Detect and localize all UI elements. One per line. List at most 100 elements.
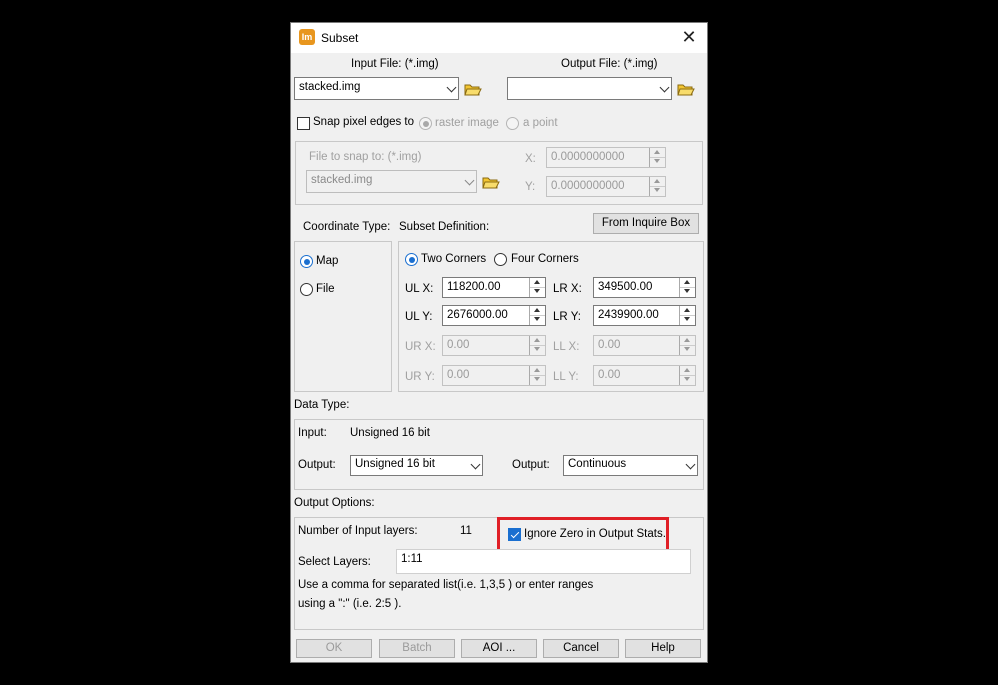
two-corners-radio[interactable] <box>405 253 418 266</box>
two-corners-label: Two Corners <box>421 253 487 265</box>
open-folder-icon[interactable] <box>482 174 500 190</box>
ulx-input[interactable]: 118200.00 <box>442 277 546 298</box>
input-file-label: Input File: (*.img) <box>351 58 439 70</box>
snap-x-label: X: <box>525 153 536 165</box>
spin-buttons[interactable] <box>679 336 695 355</box>
output-options-label: Output Options: <box>294 497 375 509</box>
lry-label: LR Y: <box>553 311 581 323</box>
output-file-combo[interactable] <box>507 77 672 100</box>
dt-output-label: Output: <box>298 459 336 471</box>
ok-button[interactable]: OK <box>296 639 372 658</box>
cancel-button[interactable]: Cancel <box>543 639 619 658</box>
dt-output2-label: Output: <box>512 459 550 471</box>
lly-input[interactable]: 0.00 <box>593 365 696 386</box>
open-folder-icon[interactable] <box>464 81 482 97</box>
spin-buttons[interactable] <box>649 148 665 167</box>
lrx-label: LR X: <box>553 283 582 295</box>
spin-buttons[interactable] <box>679 306 695 325</box>
four-corners-radio[interactable] <box>494 253 507 266</box>
window-title: Subset <box>321 31 359 45</box>
spin-buttons[interactable] <box>679 366 695 385</box>
highlight-box <box>497 517 669 552</box>
coordinate-file-radio[interactable] <box>300 283 313 296</box>
select-layers-label: Select Layers: <box>298 556 371 568</box>
lrx-value: 349500.00 <box>598 281 653 293</box>
select-layers-value: 1:11 <box>401 553 423 565</box>
coordinate-map-label: Map <box>316 255 339 267</box>
llx-input[interactable]: 0.00 <box>593 335 696 356</box>
coordinate-type-label: Coordinate Type: <box>303 221 391 233</box>
subset-definition-label: Subset Definition: <box>399 221 490 233</box>
snap-raster-radio[interactable] <box>419 117 432 130</box>
chevron-down-icon <box>659 82 670 92</box>
chevron-down-icon <box>685 459 696 469</box>
batch-button[interactable]: Batch <box>379 639 455 658</box>
input-file-value: stacked.img <box>299 81 361 93</box>
spin-buttons[interactable] <box>529 278 545 297</box>
help-text-line2: using a ":" (i.e. 2:5 ). <box>298 598 402 610</box>
uly-label: UL Y: <box>405 311 433 323</box>
snap-y-input[interactable]: 0.0000000000 <box>546 176 666 197</box>
chevron-down-icon <box>446 82 457 92</box>
urx-value: 0.00 <box>447 339 470 351</box>
num-layers-label: Number of Input layers: <box>298 525 418 537</box>
spin-buttons[interactable] <box>529 366 545 385</box>
spin-buttons[interactable] <box>679 278 695 297</box>
uly-value: 2676000.00 <box>447 309 508 321</box>
llx-label: LL X: <box>553 341 580 353</box>
snap-file-combo[interactable]: stacked.img <box>306 170 477 193</box>
uly-input[interactable]: 2676000.00 <box>442 305 546 326</box>
dt-output-value: Unsigned 16 bit <box>355 458 435 470</box>
coordinate-file-label: File <box>316 283 335 295</box>
snap-point-label: a point <box>523 117 558 129</box>
lly-value: 0.00 <box>598 369 621 381</box>
snap-y-value: 0.0000000000 <box>551 180 625 192</box>
urx-input[interactable]: 0.00 <box>442 335 546 356</box>
output-file-label: Output File: (*.img) <box>561 58 658 70</box>
snap-checkbox[interactable] <box>297 117 310 130</box>
ury-input[interactable]: 0.00 <box>442 365 546 386</box>
data-type-label: Data Type: <box>294 399 350 411</box>
ulx-value: 118200.00 <box>447 281 501 293</box>
four-corners-label: Four Corners <box>511 253 579 265</box>
lry-input[interactable]: 2439900.00 <box>593 305 696 326</box>
dt-input-label: Input: <box>298 427 327 439</box>
spin-buttons[interactable] <box>529 306 545 325</box>
lrx-input[interactable]: 349500.00 <box>593 277 696 298</box>
ury-label: UR Y: <box>405 371 435 383</box>
snap-label: Snap pixel edges to <box>313 116 415 128</box>
snap-x-value: 0.0000000000 <box>551 151 625 163</box>
from-inquire-box-button[interactable]: From Inquire Box <box>593 213 699 234</box>
urx-label: UR X: <box>405 341 436 353</box>
app-icon: Im <box>299 29 315 45</box>
num-layers-value: 11 <box>460 525 472 537</box>
chevron-down-icon <box>470 459 481 469</box>
open-folder-icon[interactable] <box>677 81 695 97</box>
ulx-label: UL X: <box>405 283 434 295</box>
lly-label: LL Y: <box>553 371 579 383</box>
dt-output2-combo[interactable]: Continuous <box>563 455 698 476</box>
dt-input-value: Unsigned 16 bit <box>350 427 430 439</box>
spin-buttons[interactable] <box>649 177 665 196</box>
snap-x-input[interactable]: 0.0000000000 <box>546 147 666 168</box>
aoi-button[interactable]: AOI ... <box>461 639 537 658</box>
snap-raster-label: raster image <box>435 117 499 129</box>
coordinate-map-radio[interactable] <box>300 255 313 268</box>
snap-file-label: File to snap to: (*.img) <box>309 151 422 163</box>
help-text-line1: Use a comma for separated list(i.e. 1,3,… <box>298 579 594 591</box>
help-button[interactable]: Help <box>625 639 701 658</box>
select-layers-input[interactable]: 1:11 <box>396 549 691 574</box>
close-icon[interactable]: ✕ <box>679 27 699 47</box>
snap-y-label: Y: <box>525 181 536 193</box>
title-bar: Im Subset ✕ <box>291 23 707 53</box>
dt-output-combo[interactable]: Unsigned 16 bit <box>350 455 483 476</box>
snap-file-value: stacked.img <box>311 174 373 186</box>
lry-value: 2439900.00 <box>598 309 659 321</box>
chevron-down-icon <box>464 175 475 185</box>
spin-buttons[interactable] <box>529 336 545 355</box>
snap-point-radio[interactable] <box>506 117 519 130</box>
llx-value: 0.00 <box>598 339 621 351</box>
subset-dialog: Im Subset ✕ Input File: (*.img) Output F… <box>290 22 708 663</box>
input-file-combo[interactable]: stacked.img <box>294 77 459 100</box>
dt-output2-value: Continuous <box>568 458 627 470</box>
